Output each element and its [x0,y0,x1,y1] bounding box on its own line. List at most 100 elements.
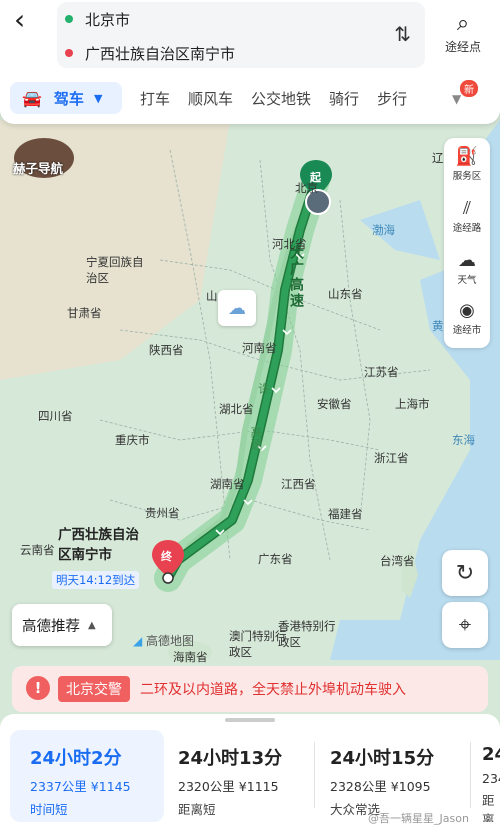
map-label-jiangxi: 江西省 [281,477,316,491]
tab-drive-label: 驾车 [53,89,84,108]
map-label-hainan: 海南省 [173,650,208,664]
tab-transit[interactable]: 公交地铁 [251,88,311,109]
service-area-button[interactable]: ⛽ 服务区 [444,146,490,182]
route-2-tag: 距离短 [178,802,216,817]
map-label-shanghai: 上海市 [395,397,430,411]
map-label-henan: 河南省 [242,341,277,355]
map-label-sichuan: 四川省 [38,409,73,423]
tab-walk[interactable]: 步行 [377,88,407,109]
refresh-button[interactable]: ↻ [442,550,488,596]
route-4-distance: 234 [482,771,500,786]
map-label-hunan: 湖南省 [210,477,245,491]
origin-dot-icon [65,15,73,23]
mode-tabs: 🚘 驾车 ▼ 打车 顺风车 公交地铁 骑行 步行 [10,82,407,114]
start-marker-label: 起 [310,171,321,184]
map-logo-icon: ◢ [133,634,147,648]
highway-name-xu: 许 [258,382,271,396]
alert-icon: ! [26,676,50,700]
route-city-button[interactable]: ◉ 途经市 [444,300,490,336]
tab-drive[interactable]: 🚘 驾车 ▼ [10,82,122,114]
route-2-distance: 2320公里 ¥1115 [178,779,279,794]
end-marker-label: 终 [161,550,172,563]
route-preference-label: 高德推荐 [22,618,80,635]
map-label-guizhou: 贵州省 [145,506,180,520]
search-icon: ⌕ [456,11,470,36]
back-icon[interactable]: ‹ [14,6,44,36]
city-icon: ◉ [459,300,475,321]
route-3-time: 24小时15分 [330,748,435,769]
route-option-3[interactable]: 24小时15分 2328公里 ¥1095 大众常选 [320,730,470,822]
address-box: 北京市 广西壮族自治区南宁市 ⇅ [57,2,425,68]
highway-name-gao: 高速 [249,426,263,450]
route-road-button[interactable]: ⫽ 途经路 [444,198,490,234]
service-area-label: 服务区 [452,171,482,182]
map-label-gansu: 甘肃省 [67,306,102,320]
route-preference-button[interactable]: 高德推荐 ▲ [12,604,112,646]
top-panel: ‹ 北京市 广西壮族自治区南宁市 ⇅ ⌕ 途经点 🚘 驾车 ▼ 打车 顺风车 公… [0,0,500,124]
tab-taxi[interactable]: 打车 [140,88,170,109]
origin-text: 北京市 [85,10,131,29]
car-icon: 🚘 [22,88,42,108]
map-logo-text: 高德地图 [146,634,195,648]
route-road-label: 途经路 [452,223,482,234]
alert-tag: 北京交警 [58,676,130,702]
map-label-jiangsu: 江苏省 [364,365,399,379]
tab-bike[interactable]: 骑行 [329,88,359,109]
map-label-zhejiang: 浙江省 [374,451,409,465]
route-3-distance: 2328公里 ¥1095 [330,779,431,794]
route-divider [470,742,471,808]
map-label-liao: 辽 [432,151,444,165]
swap-icon[interactable]: ⇅ [394,22,411,46]
app: 北京 河北省 渤海 辽 宁夏回族自 治区 甘肃省 山 山东省 黄 陕西省 河南省… [0,0,500,828]
route-1-time: 24小时2分 [30,748,122,769]
weather-icon: ☁ [458,250,476,271]
destination-label: 广西壮族自治 区南宁市 [58,527,139,563]
destination-text: 广西壮族自治区南宁市 [85,44,236,63]
map-label-guangdong: 广东省 [258,552,293,566]
map-label-ningxia: 宁夏回族自 治区 [86,255,144,285]
weather-label: 天气 [457,275,477,286]
route-1-tag: 时间短 [30,802,68,817]
map-label-huang: 黄 [432,319,444,333]
map-label-bohai: 渤海 [372,223,395,237]
eta-label: 明天14:12到达 [52,571,140,589]
origin-row[interactable]: 北京市 [65,4,130,34]
map-label-anhui: 安徽省 [317,397,352,411]
refresh-icon: ↻ [455,560,475,586]
locate-button[interactable]: ⌖ [442,602,488,648]
new-badge: 新 [460,80,478,97]
map-label-shaanxi: 陕西省 [149,343,184,357]
map-label-chongqing: 重庆市 [115,433,150,447]
destination-row[interactable]: 广西壮族自治区南宁市 [65,38,235,68]
route-icon: ⫽ [462,198,472,219]
chevron-up-icon: ▲ [88,619,96,631]
route-city-label: 途经市 [452,325,482,336]
map-label-shanxi: 山 [206,289,218,303]
map-label-hubei: 湖北省 [219,402,254,416]
footer-watermark: @吾一辆星星_Jason [368,812,469,825]
alert-text: 二环及以内道路，全天禁止外埠机动车驶入 [140,682,406,698]
sheet-handle[interactable] [225,718,275,722]
map-label-yunnan: 云南省 [20,543,55,557]
traffic-alert[interactable]: ! 北京交警 二环及以内道路，全天禁止外埠机动车驶入 [12,666,488,712]
map-label-shandong: 山东省 [328,287,363,301]
tab-carpool[interactable]: 顺风车 [188,88,233,109]
weather-bubble-icon[interactable]: ☁ [218,290,256,326]
destination-dot-icon [65,49,73,57]
highway-name-daguang: 大广高速 [288,245,304,309]
route-option-2[interactable]: 24小时13分 2320公里 ¥1115 距离短 [168,730,318,822]
map-logo: ◢ 高德地图 [133,632,194,649]
route-option-1[interactable]: 24小时2分 2337公里 ¥1145 时间短 [10,730,164,822]
route-option-4[interactable]: 24 234 距离 [474,730,500,822]
route-2-time: 24小时13分 [178,748,283,769]
map-label-fujian: 福建省 [328,507,363,521]
waypoint-button[interactable]: ⌕ 途经点 [438,12,488,55]
waypoint-label: 途经点 [444,40,481,54]
service-area-icon: ⛽ [455,146,479,167]
map-label-donghai: 东海 [452,433,475,447]
weather-button[interactable]: ☁ 天气 [444,250,490,286]
locate-icon: ⌖ [458,612,472,638]
route-4-time: 24 [482,744,500,765]
map-label-hongkong: 香港特别行 政区 [278,619,336,649]
chevron-down-icon: ▼ [93,91,103,105]
